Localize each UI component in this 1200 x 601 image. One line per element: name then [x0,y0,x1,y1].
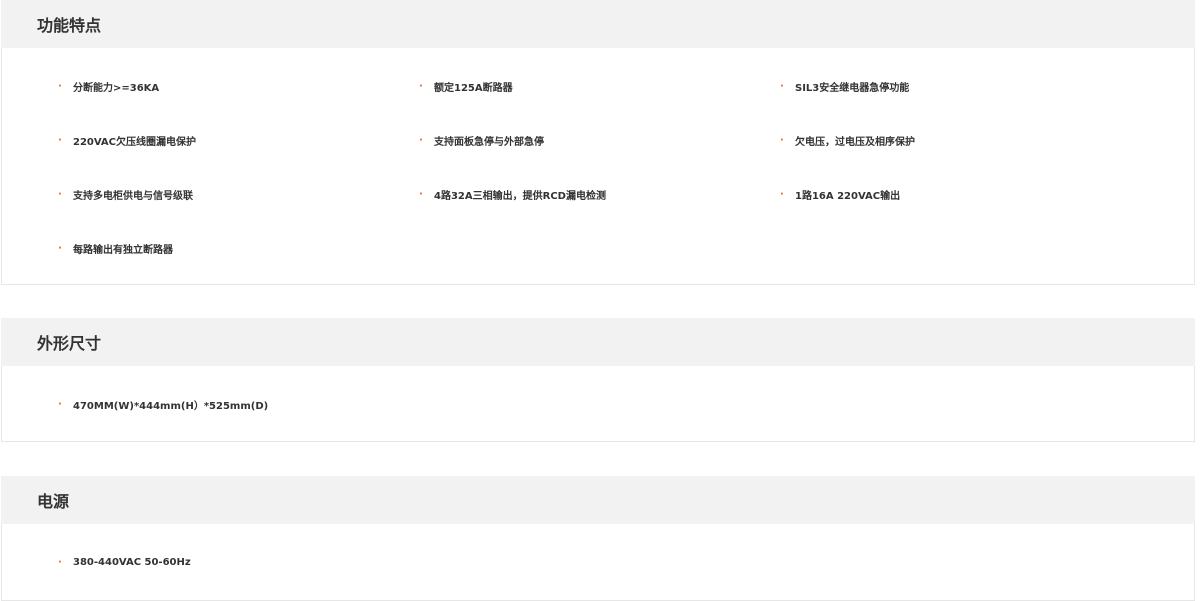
power-section: 电源 · 380-440VAC 50-60Hz [1,476,1195,601]
bullet-icon: · [780,134,784,146]
power-list: · 380-440VAC 50-60Hz [2,524,1194,570]
dimensions-header: 外形尺寸 [1,318,1195,366]
power-item: · 380-440VAC 50-60Hz [58,556,191,568]
feature-item: · 分断能力>=36KA [58,80,160,94]
features-header: 功能特点 [1,0,1195,48]
feature-item: · 欠电压，过电压及相序保护 [780,134,915,148]
feature-item: · 支持多电柜供电与信号级联 [58,188,193,202]
bullet-icon: · [58,556,62,568]
dimensions-list: · 470MM(W)*444mm(H）*525mm(D) [2,366,1194,412]
bullet-icon: · [58,134,62,146]
power-body: · 380-440VAC 50-60Hz [1,524,1195,601]
feature-item: · 额定125A断路器 [419,80,513,94]
dimensions-section: 外形尺寸 · 470MM(W)*444mm(H）*525mm(D) [1,318,1195,442]
bullet-icon: · [419,134,423,146]
features-list: · 分断能力>=36KA · 额定125A断路器 · SIL3安全继电器急停功能 · 2… [2,48,1194,256]
bullet-icon: · [58,242,62,254]
dimension-item: · 470MM(W)*444mm(H）*525mm(D) [58,398,269,412]
bullet-icon: · [780,80,784,92]
power-header: 电源 [1,476,1195,524]
dimensions-title: 外形尺寸 [37,334,102,353]
feature-item: · 220VAC欠压线圈漏电保护 [58,134,197,148]
feature-item: · 4路32A三相输出，提供RCD漏电检测 [419,188,606,202]
bullet-icon: · [780,188,784,200]
power-title: 电源 [37,492,70,511]
bullet-icon: · [58,80,62,92]
features-title: 功能特点 [37,16,102,35]
dimensions-body: · 470MM(W)*444mm(H）*525mm(D) [1,366,1195,442]
features-body: · 分断能力>=36KA · 额定125A断路器 · SIL3安全继电器急停功能 · 2… [1,48,1195,285]
bullet-icon: · [419,80,423,92]
bullet-icon: · [58,398,62,410]
feature-item: · 1路16A 220VAC输出 [780,188,901,202]
features-section: 功能特点 · 分断能力>=36KA · 额定125A断路器 · SIL3安全继电器急停… [1,0,1195,285]
feature-item: · 每路输出有独立断路器 [58,242,173,256]
bullet-icon: · [58,188,62,200]
feature-item: · SIL3安全继电器急停功能 [780,80,910,94]
bullet-icon: · [419,188,423,200]
feature-item: · 支持面板急停与外部急停 [419,134,544,148]
